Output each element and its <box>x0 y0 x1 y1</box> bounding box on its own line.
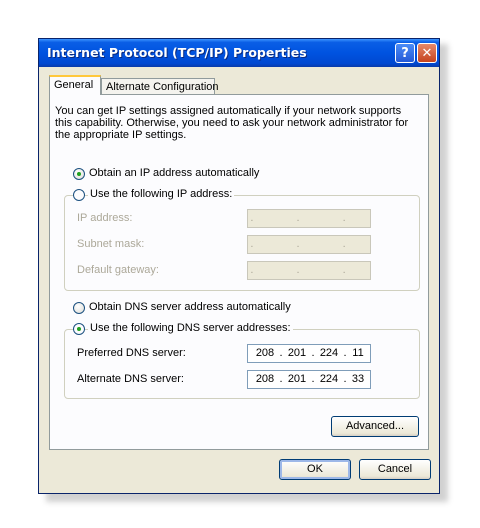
close-icon: ✕ <box>421 46 433 61</box>
alternate-dns-field[interactable]: 208 . 201 . 224 . 33 <box>247 370 371 389</box>
preferred-dns-octet-1: 208 <box>255 347 275 359</box>
dns-manual-radio-dot <box>77 327 81 331</box>
ip-address-label: IP address: <box>77 212 133 224</box>
dns-auto-radio[interactable] <box>73 302 85 314</box>
window-title: Internet Protocol (TCP/IP) Properties <box>47 45 307 60</box>
close-button[interactable]: ✕ <box>417 43 437 63</box>
default-gateway-dots: . . . <box>250 264 366 276</box>
ip-manual-radio[interactable] <box>73 189 85 201</box>
default-gateway-field[interactable]: . . . <box>247 261 371 280</box>
preferred-dns-label: Preferred DNS server: <box>77 347 186 359</box>
subnet-mask-dots: . . . <box>250 238 366 250</box>
properties-dialog: Internet Protocol (TCP/IP) Properties ? … <box>38 38 440 494</box>
help-button[interactable]: ? <box>395 43 415 63</box>
title-bar[interactable]: Internet Protocol (TCP/IP) Properties ? … <box>39 39 439 67</box>
alternate-dns-octet-3: 224 <box>319 373 339 385</box>
subnet-mask-field[interactable]: . . . <box>247 235 371 254</box>
alternate-dns-octet-2: 201 <box>287 373 307 385</box>
ip-manual-label[interactable]: Use the following IP address: <box>88 188 235 200</box>
tab-general[interactable]: General <box>49 75 101 95</box>
tab-general-label: General <box>54 79 94 91</box>
dns-manual-label[interactable]: Use the following DNS server addresses: <box>88 322 293 334</box>
alternate-dns-octet-4: 33 <box>351 373 365 385</box>
preferred-dns-octet-4: 11 <box>352 347 364 359</box>
intro-text: You can get IP settings assigned automat… <box>55 105 409 141</box>
preferred-dns-octet-3: 224 <box>319 347 339 359</box>
subnet-mask-label: Subnet mask: <box>77 238 145 250</box>
advanced-button[interactable]: Advanced... <box>331 416 419 437</box>
ip-auto-label[interactable]: Obtain an IP address automatically <box>89 167 259 179</box>
dns-auto-label[interactable]: Obtain DNS server address automatically <box>89 301 291 313</box>
preferred-dns-field[interactable]: 208 . 201 . 224 . 11 <box>247 344 371 363</box>
ip-address-field[interactable]: . . . <box>247 209 371 228</box>
ok-button[interactable]: OK <box>279 459 351 480</box>
dns-manual-radio[interactable] <box>73 323 85 335</box>
cancel-button[interactable]: Cancel <box>359 459 431 480</box>
ip-auto-radio[interactable] <box>73 168 85 180</box>
alternate-dns-octet-1: 208 <box>255 373 275 385</box>
default-gateway-label: Default gateway: <box>77 264 159 276</box>
ip-address-dots: . . . <box>250 212 366 224</box>
help-icon: ? <box>401 46 409 61</box>
ip-auto-radio-dot <box>77 172 81 176</box>
preferred-dns-octet-2: 201 <box>287 347 307 359</box>
alternate-dns-label: Alternate DNS server: <box>77 373 184 385</box>
tab-alternate-configuration-label: Alternate Configuration <box>106 81 219 93</box>
